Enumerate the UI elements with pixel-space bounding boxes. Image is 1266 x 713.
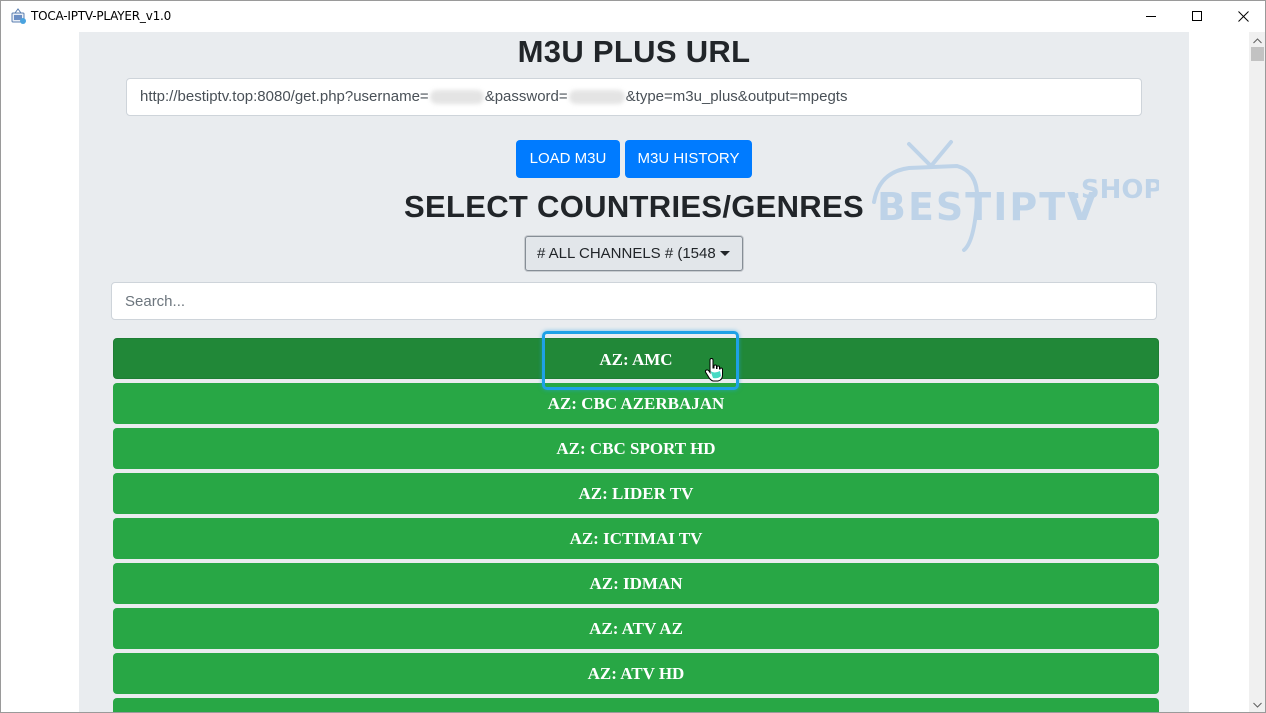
channel-item-partial[interactable] bbox=[113, 698, 1159, 712]
title-bar: TOCA-IPTV-PLAYER_v1.0 bbox=[1, 1, 1265, 32]
load-m3u-button[interactable]: LOAD M3U bbox=[516, 140, 620, 178]
m3u-url-input[interactable]: http://bestiptv.top:8080/get.php?usernam… bbox=[126, 78, 1142, 116]
channel-item-az-atv-az[interactable]: AZ: ATV AZ bbox=[113, 608, 1159, 649]
channel-item-az-amc[interactable]: AZ: AMC bbox=[113, 338, 1159, 379]
scroll-down-arrow-icon bbox=[1253, 702, 1262, 708]
close-icon bbox=[1237, 11, 1249, 22]
maximize-button[interactable] bbox=[1174, 1, 1220, 32]
url-prefix: http://bestiptv.top:8080/get.php?usernam… bbox=[140, 88, 429, 105]
minimize-icon bbox=[1145, 16, 1156, 17]
channel-item-az-ictimai-tv[interactable]: AZ: ICTIMAI TV bbox=[113, 518, 1159, 559]
search-input[interactable] bbox=[111, 282, 1157, 320]
blurred-username bbox=[429, 90, 484, 105]
scroll-up-arrow-icon bbox=[1253, 37, 1262, 43]
close-button[interactable] bbox=[1220, 1, 1265, 32]
channel-item-az-cbc-azerbajan[interactable]: AZ: CBC AZERBAJAN bbox=[113, 383, 1159, 424]
m3u-history-button[interactable]: M3U HISTORY bbox=[625, 140, 752, 178]
hand-cursor-icon bbox=[704, 358, 723, 382]
app-icon bbox=[11, 8, 26, 24]
select-countries-heading: SELECT COUNTRIES/GENRES bbox=[404, 189, 864, 224]
channel-item-az-cbc-sport-hd[interactable]: AZ: CBC SPORT HD bbox=[113, 428, 1159, 469]
caret-down-icon bbox=[720, 251, 730, 256]
blurred-password bbox=[568, 90, 625, 105]
minimize-button[interactable] bbox=[1128, 1, 1174, 32]
vertical-scrollbar[interactable] bbox=[1249, 32, 1265, 712]
window-title: TOCA-IPTV-PLAYER_v1.0 bbox=[31, 9, 172, 23]
content-area: M3U PLUS URL http://bestiptv.top:8080/ge… bbox=[1, 32, 1249, 712]
m3u-url-heading: M3U PLUS URL bbox=[517, 34, 751, 69]
countries-genres-dropdown[interactable]: # ALL CHANNELS # (1548 bbox=[525, 236, 743, 271]
channel-item-az-lider-tv[interactable]: AZ: LIDER TV bbox=[113, 473, 1159, 514]
scroll-down-button[interactable] bbox=[1249, 696, 1265, 712]
url-password-param: &password= bbox=[484, 88, 568, 105]
channel-item-az-idman[interactable]: AZ: IDMAN bbox=[113, 563, 1159, 604]
main-panel: M3U PLUS URL http://bestiptv.top:8080/ge… bbox=[79, 32, 1189, 712]
app-window: TOCA-IPTV-PLAYER_v1.0 M3U PLUS URL http:… bbox=[0, 0, 1266, 713]
maximize-icon bbox=[1191, 11, 1202, 21]
url-suffix: &type=m3u_plus&output=mpegts bbox=[625, 88, 848, 105]
dropdown-selected-value: # ALL CHANNELS # (1548 bbox=[537, 245, 716, 262]
scrollbar-thumb[interactable] bbox=[1251, 47, 1264, 61]
channel-item-az-atv-hd[interactable]: AZ: ATV HD bbox=[113, 653, 1159, 694]
